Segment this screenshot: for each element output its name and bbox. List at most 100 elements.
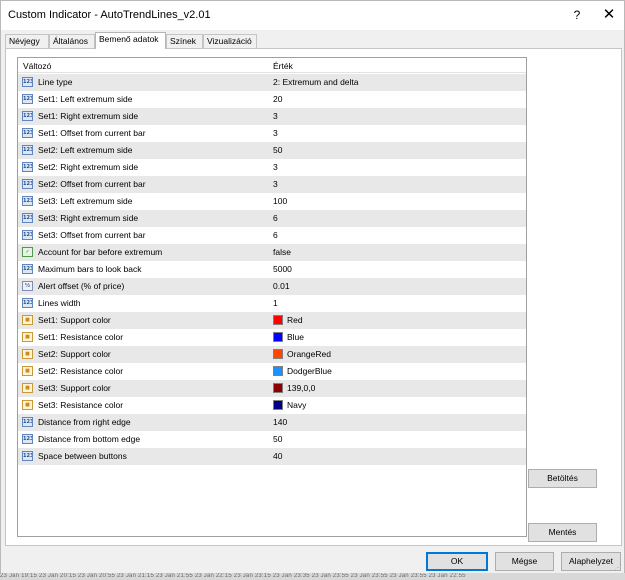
parameter-value[interactable]: 2: Extremum and delta	[273, 77, 359, 87]
column-header-value[interactable]: Érték	[273, 61, 293, 71]
parameter-name: Set3: Offset from current bar	[38, 230, 146, 240]
parameter-row[interactable]: 123 Set1: Offset from current bar 3	[18, 125, 526, 142]
cancel-button[interactable]: Mégse	[495, 552, 554, 571]
parameter-row[interactable]: 123 Set3: Offset from current bar 6	[18, 227, 526, 244]
parameter-name: Set1: Resistance color	[38, 332, 124, 342]
parameter-value[interactable]: 100	[273, 196, 287, 206]
color-swatch[interactable]	[273, 349, 283, 359]
parameter-value[interactable]: 3	[273, 162, 278, 172]
parameter-name: Set2: Left extremum side	[38, 145, 133, 155]
tab-altalanos[interactable]: Általános	[49, 34, 95, 48]
reset-button[interactable]: Alaphelyzet	[561, 552, 621, 571]
parameter-name: Distance from right edge	[38, 417, 131, 427]
parameter-value[interactable]: 3	[273, 179, 278, 189]
ok-button[interactable]: OK	[426, 552, 488, 571]
parameter-value[interactable]: 3	[273, 111, 278, 121]
parameter-value[interactable]: OrangeRed	[287, 349, 331, 359]
color-icon: ■	[22, 349, 33, 359]
parameter-row[interactable]: ■ Set2: Resistance color DodgerBlue	[18, 363, 526, 380]
parameter-value[interactable]: 139,0,0	[287, 383, 315, 393]
parameter-name: Set3: Resistance color	[38, 400, 124, 410]
parameter-row[interactable]: 123 Set2: Left extremum side 50	[18, 142, 526, 159]
int-icon: 123	[22, 230, 33, 240]
parameter-name: Alert offset (% of price)	[38, 281, 125, 291]
parameter-row[interactable]: 123 Set2: Right extremum side 3	[18, 159, 526, 176]
parameter-value[interactable]: 40	[273, 451, 282, 461]
parameter-value[interactable]: Red	[287, 315, 303, 325]
color-swatch[interactable]	[273, 400, 283, 410]
column-header-variable[interactable]: Változó	[23, 61, 51, 71]
color-swatch[interactable]	[273, 383, 283, 393]
color-icon: ■	[22, 383, 33, 393]
parameter-value[interactable]: DodgerBlue	[287, 366, 332, 376]
parameter-row[interactable]: ■ Set2: Support color OrangeRed	[18, 346, 526, 363]
parameters-grid[interactable]: Változó Érték 123 Line type 2: Extremum an…	[17, 57, 527, 537]
color-icon: ■	[22, 315, 33, 325]
tab-bemeno-adatok[interactable]: Bemenő adatok	[95, 32, 166, 49]
parameter-name: Line type	[38, 77, 73, 87]
int-icon: 123	[22, 145, 33, 155]
parameter-value[interactable]: 6	[273, 230, 278, 240]
parameter-value[interactable]: 140	[273, 417, 287, 427]
parameter-row[interactable]: 123 Lines width 1	[18, 295, 526, 312]
parameter-row[interactable]: 123 Distance from right edge 140	[18, 414, 526, 431]
parameter-name: Set2: Offset from current bar	[38, 179, 146, 189]
color-swatch[interactable]	[273, 366, 283, 376]
grid-header: Változó Érték	[18, 58, 526, 73]
color-icon: ■	[22, 366, 33, 376]
parameter-value[interactable]: 5000	[273, 264, 292, 274]
int-icon: 123	[22, 434, 33, 444]
parameter-row[interactable]: 123 Set1: Right extremum side 3	[18, 108, 526, 125]
inputs-panel: Változó Érték 123 Line type 2: Extremum an…	[5, 48, 622, 546]
parameter-row[interactable]: 123 Distance from bottom edge 50	[18, 431, 526, 448]
parameter-name: Distance from bottom edge	[38, 434, 141, 444]
title-bar[interactable]: Custom Indicator - AutoTrendLines_v2.01 …	[1, 1, 624, 30]
parameter-row[interactable]: ■ Set3: Support color 139,0,0	[18, 380, 526, 397]
parameter-name: Account for bar before extremum	[38, 247, 163, 257]
parameter-row[interactable]: ✓ Account for bar before extremum false	[18, 244, 526, 261]
parameter-name: Set1: Right extremum side	[38, 111, 139, 121]
parameter-row[interactable]: 123 Set3: Left extremum side 100	[18, 193, 526, 210]
chart-time-axis-strip: 23 Jan 19:15 23 Jan 20:15 23 Jan 20:55 2…	[0, 573, 625, 580]
tab-vizualizacio[interactable]: Vizualizáció	[203, 34, 257, 48]
help-button[interactable]: ?	[566, 5, 588, 25]
load-button[interactable]: Betöltés	[528, 469, 597, 488]
int-icon: 123	[22, 94, 33, 104]
parameter-value[interactable]: 20	[273, 94, 282, 104]
int-icon: 123	[22, 162, 33, 172]
parameter-name: Set1: Left extremum side	[38, 94, 133, 104]
parameter-value[interactable]: false	[273, 247, 291, 257]
color-swatch[interactable]	[273, 315, 283, 325]
parameter-name: Maximum bars to look back	[38, 264, 142, 274]
close-button[interactable]: ✕	[598, 5, 620, 25]
color-swatch[interactable]	[273, 332, 283, 342]
parameter-value[interactable]: 50	[273, 145, 282, 155]
parameter-value[interactable]: 6	[273, 213, 278, 223]
resize-grip-icon[interactable]: ⋰	[614, 563, 623, 572]
parameter-row[interactable]: 123 Set2: Offset from current bar 3	[18, 176, 526, 193]
parameter-row[interactable]: 123 Space between buttons 40	[18, 448, 526, 465]
parameter-row[interactable]: 123 Line type 2: Extremum and delta	[18, 74, 526, 91]
parameter-value[interactable]: Blue	[287, 332, 304, 342]
parameter-value[interactable]: Navy	[287, 400, 306, 410]
parameter-row[interactable]: ■ Set3: Resistance color Navy	[18, 397, 526, 414]
tab-szinek[interactable]: Színek	[166, 34, 203, 48]
int-icon: 123	[22, 128, 33, 138]
parameter-name: Set3: Left extremum side	[38, 196, 133, 206]
parameter-row[interactable]: 123 Set3: Right extremum side 6	[18, 210, 526, 227]
int-icon: 123	[22, 298, 33, 308]
int-icon: 123	[22, 264, 33, 274]
save-button[interactable]: Mentés	[528, 523, 597, 542]
parameter-row[interactable]: ½ Alert offset (% of price) 0.01	[18, 278, 526, 295]
parameter-row[interactable]: 123 Maximum bars to look back 5000	[18, 261, 526, 278]
int-icon: 123	[22, 417, 33, 427]
int-icon: 123	[22, 111, 33, 121]
parameter-value[interactable]: 0.01	[273, 281, 290, 291]
parameter-value[interactable]: 50	[273, 434, 282, 444]
parameter-row[interactable]: 123 Set1: Left extremum side 20	[18, 91, 526, 108]
parameter-value[interactable]: 1	[273, 298, 278, 308]
parameter-row[interactable]: ■ Set1: Support color Red	[18, 312, 526, 329]
parameter-value[interactable]: 3	[273, 128, 278, 138]
tab-nevjegy[interactable]: Névjegy	[5, 34, 49, 48]
parameter-row[interactable]: ■ Set1: Resistance color Blue	[18, 329, 526, 346]
